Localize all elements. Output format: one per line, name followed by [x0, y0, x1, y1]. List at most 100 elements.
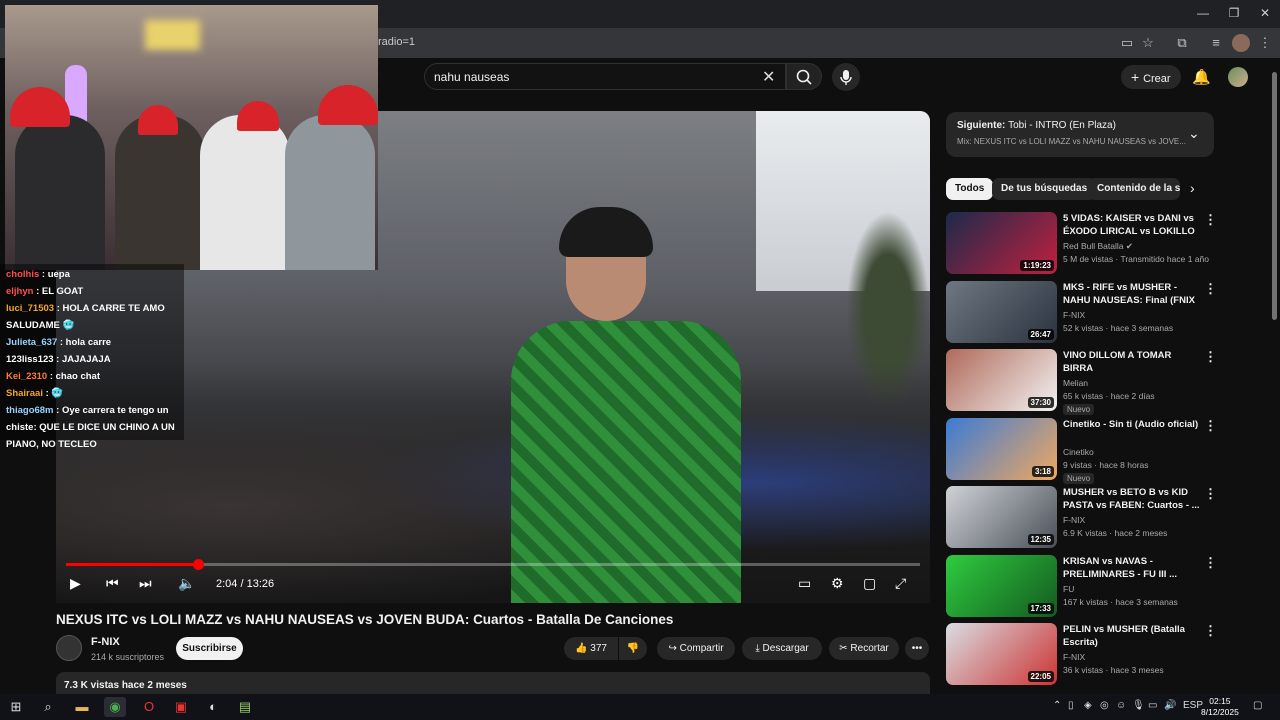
more-vertical-icon[interactable]: ⋮	[1204, 418, 1217, 434]
chat-username[interactable]: thiago68m	[6, 405, 54, 416]
opera-icon[interactable]: O	[138, 697, 160, 717]
tray-app-icon[interactable]: ◎	[1100, 700, 1109, 711]
close-window-button[interactable]: ✕	[1250, 6, 1280, 20]
file-explorer-icon[interactable]: ▬	[71, 697, 93, 717]
recommended-title[interactable]: Cinetiko - Sin ti (Audio oficial)	[1063, 418, 1201, 431]
chip-all[interactable]: Todos	[946, 178, 994, 200]
recommended-title[interactable]: MKS - RIFE vs MUSHER - NAHU NAUSEAS: Fin…	[1063, 281, 1201, 307]
account-avatar[interactable]	[1228, 67, 1248, 87]
browser-menu-icon[interactable]: ⋮	[1256, 34, 1274, 52]
app-icon-green[interactable]: ▤	[234, 697, 256, 717]
previous-icon[interactable]: ⏮	[106, 575, 119, 592]
media-control-icon[interactable]: ≡	[1207, 34, 1225, 52]
video-thumbnail[interactable]: 22:05	[946, 623, 1057, 685]
tray-network-icon[interactable]: ▭	[1148, 700, 1157, 711]
recommended-video[interactable]: 37:30 VINO DILLOM A TOMAR BIRRA Melian 65 k…	[946, 349, 1217, 415]
recommended-title[interactable]: 5 VIDAS: KAISER vs DANI vs ÉXODO LIRICAL…	[1063, 212, 1201, 238]
tray-volume-icon[interactable]: 🔊	[1164, 700, 1176, 711]
next-icon[interactable]: ⏭	[139, 575, 152, 592]
notification-center-icon[interactable]: ▢	[1253, 700, 1262, 711]
subscribe-button[interactable]: Suscribirse	[176, 637, 243, 660]
video-thumbnail[interactable]: 17:33	[946, 554, 1057, 617]
more-vertical-icon[interactable]: ⋮	[1204, 349, 1217, 365]
more-vertical-icon[interactable]: ⋮	[1204, 281, 1217, 297]
chevron-down-icon[interactable]: ⌄	[1188, 125, 1200, 142]
maximize-button[interactable]: ❐	[1219, 6, 1249, 20]
profile-avatar[interactable]	[1232, 34, 1250, 52]
url-text[interactable]: radio=1	[378, 36, 415, 48]
more-vertical-icon[interactable]: ⋮	[1204, 486, 1217, 502]
recommended-video[interactable]: 3:18 Cinetiko - Sin ti (Audio oficial) Cin…	[946, 417, 1217, 484]
tray-usb-icon[interactable]: ▯	[1068, 700, 1074, 711]
fullscreen-icon[interactable]: ⤢	[895, 575, 906, 592]
video-thumbnail[interactable]: 26:47	[946, 280, 1057, 343]
up-next-panel[interactable]	[946, 112, 1214, 157]
channel-avatar[interactable]	[56, 635, 82, 661]
subtitles-icon[interactable]: ▭	[798, 575, 811, 592]
clear-search-icon[interactable]: ✕	[762, 67, 775, 87]
app-icon-red[interactable]: ▣	[170, 697, 192, 717]
channel-name[interactable]: F-NIX	[91, 636, 120, 648]
tray-mic-icon[interactable]: 🎙	[1132, 700, 1145, 711]
dislike-button[interactable]: 👎	[619, 637, 647, 660]
recommended-channel[interactable]: F-NIX	[1063, 515, 1085, 525]
chip-series-content[interactable]: Contenido de la ser	[1088, 178, 1180, 200]
cast-icon[interactable]: ▭	[1118, 34, 1136, 52]
video-thumbnail[interactable]: 1:19:23	[946, 212, 1057, 274]
recommended-channel[interactable]: Cinetiko	[1063, 447, 1094, 457]
play-icon[interactable]: ▶	[70, 575, 81, 592]
recommended-channel[interactable]: F-NIX	[1063, 652, 1085, 662]
chat-username[interactable]: eljhyn	[6, 286, 33, 297]
chip-from-searches[interactable]: De tus búsquedas	[992, 178, 1097, 200]
recommended-channel[interactable]: FU	[1063, 584, 1074, 594]
chevron-right-icon[interactable]: ›	[1190, 180, 1195, 196]
search-button[interactable]	[786, 63, 822, 90]
scrollbar-thumb[interactable]	[1272, 72, 1277, 320]
more-actions-button[interactable]: •••	[905, 637, 929, 660]
recommended-title[interactable]: PELIN vs MUSHER (Batalla Escrita)	[1063, 623, 1201, 649]
clip-button[interactable]: ✂ Recortar	[829, 637, 899, 660]
tray-discord-icon[interactable]: ☺	[1116, 700, 1126, 711]
recommended-video[interactable]: 17:33 KRISAN vs NAVAS - PRELIMINARES - FU…	[946, 554, 1217, 619]
create-button[interactable]: + Crear	[1121, 65, 1181, 89]
video-thumbnail[interactable]: 12:35	[946, 486, 1057, 548]
tray-chevron-icon[interactable]: ⌃	[1053, 700, 1061, 711]
recommended-video[interactable]: 22:05 PELIN vs MUSHER (Batalla Escrita) F-…	[946, 623, 1217, 687]
recommended-title[interactable]: VINO DILLOM A TOMAR BIRRA	[1063, 349, 1201, 375]
bookmark-star-icon[interactable]: ☆	[1139, 34, 1157, 52]
taskbar-search-icon[interactable]: ⌕	[37, 697, 59, 717]
share-button[interactable]: ↪ Compartir	[657, 637, 735, 660]
like-button[interactable]: 👍 377	[564, 637, 618, 660]
minimize-button[interactable]: —	[1188, 6, 1218, 20]
more-vertical-icon[interactable]: ⋮	[1204, 555, 1217, 571]
obs-icon[interactable]: ◐	[202, 697, 224, 717]
theater-mode-icon[interactable]: ▢	[863, 575, 876, 592]
tray-dropbox-icon[interactable]: ◈	[1084, 700, 1092, 711]
progress-scrubber[interactable]	[192, 559, 204, 570]
more-vertical-icon[interactable]: ⋮	[1204, 623, 1217, 639]
windows-start-icon[interactable]: ⊞	[5, 697, 27, 717]
video-thumbnail[interactable]: 3:18	[946, 417, 1057, 480]
recommended-video[interactable]: 1:19:23 5 VIDAS: KAISER vs DANI vs ÉXODO …	[946, 212, 1217, 276]
chat-username[interactable]: Kei_2310	[6, 371, 47, 382]
chat-username[interactable]: luci_71503	[6, 303, 54, 314]
recommended-title[interactable]: KRISAN vs NAVAS - PRELIMINARES - FU III …	[1063, 555, 1201, 581]
search-input-value[interactable]: nahu nauseas	[434, 70, 509, 84]
voice-search-button[interactable]	[832, 63, 860, 91]
recommended-video[interactable]: 12:35 MUSHER vs BETO B vs KID PASTA vs FA…	[946, 486, 1217, 550]
download-button[interactable]: ⤓ Descargar	[742, 637, 822, 660]
keyboard-language[interactable]: ESP	[1183, 700, 1203, 711]
chat-username[interactable]: Shairaai	[6, 388, 43, 399]
recommended-channel[interactable]: F-NIX	[1063, 310, 1085, 320]
chat-username[interactable]: cholhis	[6, 269, 39, 280]
volume-icon[interactable]: 🔈	[178, 575, 195, 592]
more-vertical-icon[interactable]: ⋮	[1204, 212, 1217, 228]
recommended-title[interactable]: MUSHER vs BETO B vs KID PASTA vs FABEN: …	[1063, 486, 1201, 512]
recommended-channel[interactable]: Red Bull Batalla ✔	[1063, 241, 1133, 252]
chat-username[interactable]: Julieta_637	[6, 337, 57, 348]
video-thumbnail[interactable]: 37:30	[946, 349, 1057, 411]
chrome-icon[interactable]: ◉	[104, 697, 126, 717]
chat-username[interactable]: 123liss123	[6, 354, 54, 365]
extensions-icon[interactable]: ⧉	[1173, 34, 1191, 52]
taskbar-clock[interactable]: 02:15 8/12/2025	[1201, 696, 1239, 718]
